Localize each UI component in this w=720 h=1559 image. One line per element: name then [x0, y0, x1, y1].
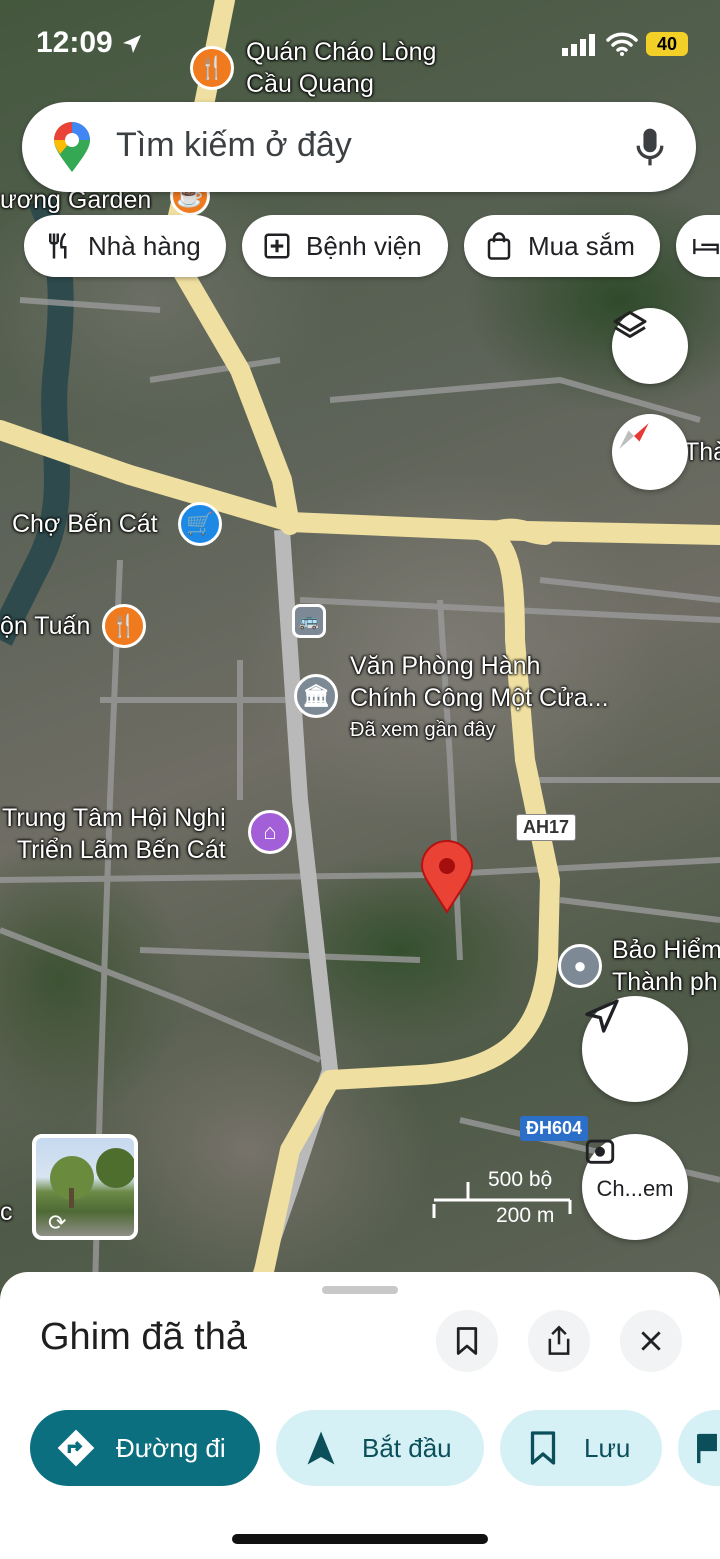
- shopping-bag-icon: [484, 231, 514, 261]
- chip-restaurants[interactable]: Nhà hàng: [24, 215, 226, 277]
- directions-button[interactable]: Đường đi: [30, 1410, 260, 1486]
- start-button[interactable]: Bắt đầu: [276, 1410, 484, 1486]
- bookmark-icon: [530, 1431, 556, 1465]
- bus-stop-icon[interactable]: 🚌: [292, 604, 326, 638]
- street-view-thumbnail[interactable]: ⟳: [32, 1134, 138, 1240]
- restaurant-icon: [44, 231, 74, 261]
- search-bar[interactable]: Tìm kiếm ở đây: [22, 102, 696, 192]
- close-button[interactable]: [620, 1310, 682, 1372]
- road-shield-dh604: ĐH604: [520, 1116, 589, 1141]
- chip-label: Bệnh viện: [306, 230, 422, 261]
- google-maps-icon: [54, 122, 90, 172]
- layers-icon: [613, 311, 647, 338]
- poi-label[interactable]: Thà: [684, 436, 720, 468]
- scale-bar: 500 bộ 200 m: [432, 1168, 572, 1232]
- action-label: Bắt đầu: [362, 1432, 452, 1463]
- save-button[interactable]: Lưu: [500, 1410, 662, 1486]
- rotate-360-icon: ⟳: [48, 1210, 67, 1235]
- save-icon-button[interactable]: [436, 1310, 498, 1372]
- share-button[interactable]: [528, 1310, 590, 1372]
- more-actions-button[interactable]: [678, 1410, 720, 1486]
- dropped-pin-icon: [420, 840, 474, 914]
- directions-icon: [57, 1429, 95, 1467]
- action-label: Lưu: [584, 1432, 631, 1463]
- camera-lens-icon: [585, 1139, 615, 1164]
- chip-label: Nhà hàng: [88, 230, 201, 261]
- hospital-icon: [262, 231, 292, 261]
- poi-label[interactable]: Bảo Hiểm Thành ph: [612, 934, 720, 998]
- place-icon[interactable]: ●: [558, 944, 602, 988]
- restaurant-icon[interactable]: 🍴: [102, 604, 146, 648]
- road-shield-ah17: AH17: [516, 814, 577, 841]
- compass-button[interactable]: [612, 414, 688, 490]
- lens-label: Ch...em: [596, 1176, 674, 1201]
- chip-label: Mua sắm: [528, 230, 635, 261]
- navigation-arrow-icon: [307, 1431, 335, 1465]
- bed-icon: [692, 232, 720, 260]
- poi-label[interactable]: Chợ Bến Cát: [12, 508, 158, 540]
- chip-hospitals[interactable]: Bệnh viện: [242, 215, 448, 277]
- poi-label[interactable]: c: [0, 1196, 13, 1228]
- wifi-icon: [606, 32, 638, 56]
- poi-label[interactable]: ộn Tuấn: [0, 610, 90, 642]
- scale-imperial: 500 bộ: [488, 1168, 553, 1191]
- poi-label[interactable]: Trung Tâm Hội Nghị Triển Lãm Bến Cát: [2, 802, 226, 866]
- location-arrow-icon: [123, 35, 141, 53]
- sheet-drag-handle[interactable]: [322, 1286, 398, 1294]
- microphone-icon: [636, 128, 664, 166]
- lens-button[interactable]: Ch...em: [582, 1134, 688, 1240]
- chip-shopping[interactable]: Mua sắm: [464, 215, 660, 277]
- action-label: Đường đi: [116, 1432, 226, 1463]
- flag-icon: [697, 1433, 717, 1464]
- status-bar: 12:09 40: [0, 0, 720, 90]
- navigation-arrow-icon: [585, 999, 619, 1033]
- share-icon: [548, 1325, 570, 1355]
- battery-indicator: 40: [646, 32, 688, 56]
- status-time: 12:09: [36, 26, 113, 59]
- government-icon[interactable]: 🏛: [294, 674, 338, 718]
- map-canvas[interactable]: 🍴 Quán Cháo Lòng Cầu Quang ương Garden ☕ …: [0, 0, 720, 1290]
- signal-icon: [562, 34, 595, 56]
- bookmark-icon: [456, 1327, 478, 1355]
- layers-button[interactable]: [612, 308, 688, 384]
- poi-label[interactable]: Văn Phòng Hành Chính Công Một Cửa... Đã x…: [350, 650, 609, 746]
- close-icon: [641, 1331, 661, 1351]
- search-input[interactable]: Tìm kiếm ở đây: [116, 126, 352, 165]
- place-sheet[interactable]: Ghim đã thả Đường đi Bắt đầu Lưu: [0, 1272, 720, 1559]
- castle-icon[interactable]: ⌂: [248, 810, 292, 854]
- my-location-button[interactable]: [582, 996, 688, 1102]
- compass-icon: [619, 423, 649, 449]
- cart-icon[interactable]: 🛒: [178, 502, 222, 546]
- scale-metric: 200 m: [496, 1204, 555, 1227]
- home-indicator: [232, 1534, 488, 1544]
- sheet-title: Ghim đã thả: [40, 1316, 247, 1358]
